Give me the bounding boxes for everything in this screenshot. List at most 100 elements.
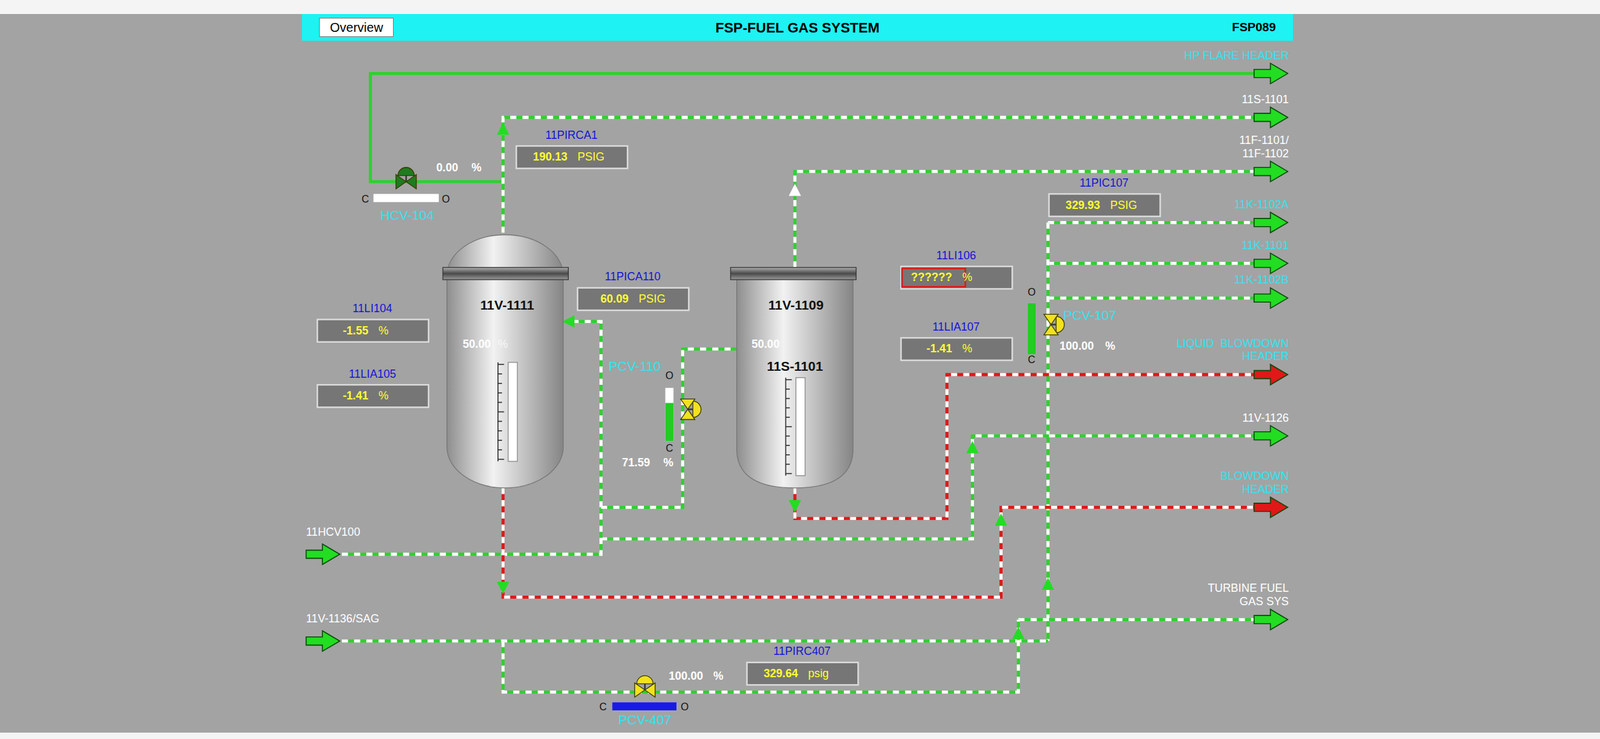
source-arrow-icon[interactable]	[306, 630, 341, 651]
level-gauge	[498, 362, 518, 462]
destination[interactable]: 11K-1101	[1242, 238, 1290, 274]
indicator-unit: PSIG	[1110, 198, 1137, 212]
destination-arrow-icon[interactable]	[1254, 161, 1288, 182]
fuel-gas-screen: 11V-111150.00% 11V-110950.0011S-1101 11PIR…	[0, 0, 1600, 739]
indicator[interactable]: 11PICA110 60.09 PSIG	[577, 270, 690, 311]
pipe	[601, 435, 1262, 539]
valve-position-fill	[612, 701, 677, 711]
bottom-strip	[0, 732, 1600, 739]
vessel-reading-unit: %	[498, 337, 509, 351]
vessel[interactable]: 11V-111150.00%	[442, 235, 569, 488]
valve-icon[interactable]	[680, 398, 702, 420]
valve-position: 0.00	[436, 161, 458, 174]
source-label: 11V-1136/SAG	[306, 612, 380, 625]
overview-button[interactable]: Overview	[319, 17, 394, 37]
flow-arrow-icon	[966, 440, 979, 453]
process-diagram: 11V-111150.00% 11V-110950.0011S-1101 11PIR…	[0, 0, 1600, 739]
indicator[interactable]: 11LI104-1.55%	[317, 301, 429, 343]
closed-label: C	[361, 192, 370, 205]
destination-arrow-icon[interactable]	[1254, 609, 1288, 630]
destination[interactable]: TURBINE FUELGAS SYS	[1207, 581, 1289, 630]
destination-label: 11K-1101	[1242, 238, 1290, 252]
destination[interactable]: 11S-1101	[1242, 92, 1290, 129]
indicator-unit: %	[378, 389, 389, 402]
indicator-tag: 11PICA110	[605, 270, 662, 283]
destination-label: HP FLARE HEADER	[1184, 49, 1289, 62]
valve-position-track	[373, 193, 439, 202]
control-valve[interactable]: CO100.00%PCV-407	[599, 669, 724, 727]
valve-position-unit: %	[471, 161, 482, 174]
source[interactable]: 11HCV100	[306, 525, 361, 565]
destination-arrow-icon[interactable]	[1254, 107, 1288, 128]
vessel[interactable]: 11V-110950.0011S-1101	[730, 267, 857, 488]
destination[interactable]: 11V-1126	[1242, 411, 1290, 447]
valve-name: HCV-104	[380, 207, 434, 223]
indicator-unit: %	[962, 342, 973, 355]
destination[interactable]: 11K-1102A	[1234, 198, 1290, 234]
flow-arrow-icon	[788, 183, 801, 196]
indicator-value: -1.41	[342, 389, 369, 402]
indicator-value: 190.13	[533, 150, 568, 164]
control-valve[interactable]: CO100.00%PCV-107	[1027, 285, 1116, 365]
vessel-name: 11V-1111	[480, 297, 535, 313]
destination-arrow-icon[interactable]	[1254, 252, 1288, 274]
valve-name: PCV-107	[1063, 307, 1116, 323]
valve-position: 71.59	[621, 456, 650, 469]
destination[interactable]: HP FLARE HEADER	[1184, 49, 1289, 85]
indicator-unit: PSIG	[638, 292, 666, 306]
destination-arrow-icon[interactable]	[1254, 364, 1288, 385]
destination-arrow-icon[interactable]	[1254, 425, 1288, 446]
destination-label: 11S-1101	[1242, 92, 1290, 106]
indicator[interactable]: 11LIA107 -1.41%	[901, 320, 1013, 361]
source-arrow-icon[interactable]	[306, 543, 341, 565]
source[interactable]: 11V-1136/SAG	[306, 612, 380, 651]
indicator[interactable]: 11LIA105-1.41%	[317, 367, 429, 408]
destination-label: 11V-1126	[1242, 411, 1290, 425]
destination-arrow-icon[interactable]	[1254, 212, 1288, 233]
valve-name: PCV-110	[608, 358, 662, 374]
indicator-tag: 11LIA107	[932, 320, 980, 334]
indicator-value: -1.41	[926, 342, 953, 355]
indicator-value: 60.09	[600, 292, 629, 306]
open-label: O	[665, 369, 674, 381]
destination[interactable]: 11F-1101/11F-1102	[1239, 133, 1290, 182]
valve-icon[interactable]	[634, 675, 655, 698]
indicator-value: -1.55	[342, 324, 369, 337]
destination[interactable]: 11K-1102B	[1234, 273, 1290, 309]
destination[interactable]: LIQUID BLOWDOWNHEADER	[1176, 336, 1289, 385]
pipe	[794, 374, 1262, 519]
indicator[interactable]: 11PIRCA1190.13PSIG	[516, 128, 629, 169]
indicator-box	[317, 319, 429, 342]
indicator-unit: %	[378, 324, 389, 337]
valve-position: 100.00	[668, 669, 704, 683]
control-valve[interactable]: CO0.00%HCV-104	[361, 161, 483, 223]
destination-arrow-icon[interactable]	[1254, 63, 1288, 84]
control-valve[interactable]: CO71.59%PCV-110	[608, 358, 702, 469]
destination-arrow-icon[interactable]	[1254, 287, 1288, 309]
valve-position-fill	[1027, 303, 1036, 355]
flow-arrow-icon	[1012, 626, 1025, 639]
destination-label: 11K-1102B	[1234, 273, 1290, 286]
valve-icon[interactable]	[396, 167, 417, 190]
screen-id: FSP089	[879, 18, 1276, 37]
destination-arrow-icon[interactable]	[1254, 496, 1288, 518]
valve-position-fill	[665, 403, 674, 442]
destination[interactable]: BLOWDOWNHEADER	[1220, 469, 1290, 518]
indicator-tag: 11PIC107	[1079, 176, 1129, 190]
indicator[interactable]: 11PIRC407329.64psig	[747, 644, 859, 685]
flow-arrow-icon	[1042, 577, 1055, 590]
pipe	[503, 487, 1262, 597]
closed-label: C	[599, 700, 608, 713]
pipe	[1047, 297, 1262, 299]
indicator-unit: PSIG	[577, 150, 605, 164]
pipe	[1018, 619, 1262, 621]
destination-label: LIQUID BLOWDOWN	[1176, 336, 1289, 350]
valve-position-fill	[373, 193, 375, 202]
valve-icon[interactable]	[1043, 314, 1065, 335]
indicator[interactable]: 11LI106??????%	[901, 249, 1013, 290]
open-label: O	[1027, 285, 1036, 298]
indicator[interactable]: 11PIC107329.93PSIG	[1049, 176, 1161, 217]
pipe	[601, 349, 737, 508]
indicator-unit: %	[962, 270, 973, 284]
pipe	[794, 171, 1262, 268]
